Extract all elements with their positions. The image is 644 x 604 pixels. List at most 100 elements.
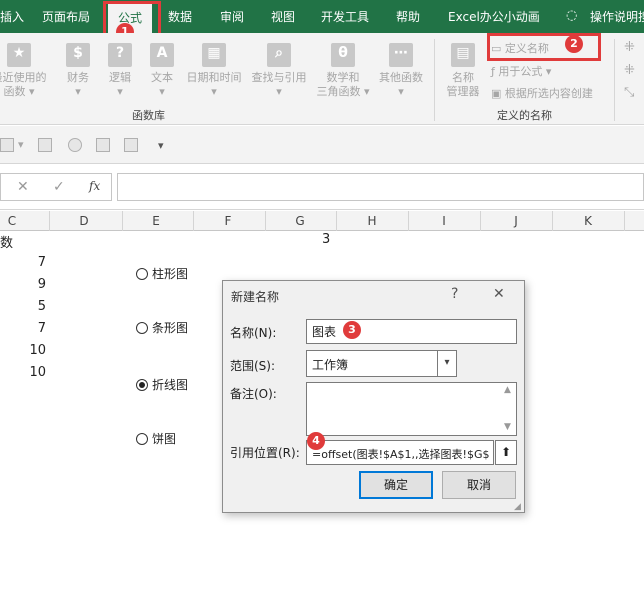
close-icon[interactable]: ✕: [493, 286, 505, 302]
confirm-icon[interactable]: ✓: [53, 179, 65, 195]
radio-circle-selected[interactable]: [136, 378, 148, 391]
cell-value[interactable]: 5: [0, 299, 46, 314]
theta-icon: θ: [331, 43, 355, 67]
copy-control-icon[interactable]: [124, 138, 138, 152]
column-header[interactable]: G: [290, 214, 310, 228]
text-function-button[interactable]: A 文本 ▾: [144, 43, 180, 99]
cell-value[interactable]: 7: [0, 321, 46, 336]
lightbulb-icon[interactable]: ◌: [566, 8, 577, 23]
use-in-formula-button[interactable]: ƒ 用于公式 ▾: [491, 63, 551, 79]
column-divider[interactable]: [122, 211, 123, 231]
cell-g1[interactable]: 3: [322, 232, 330, 247]
scope-select[interactable]: 工作簿: [306, 350, 457, 377]
column-divider[interactable]: [193, 211, 194, 231]
logical-button[interactable]: ? 逻辑 ▾: [102, 43, 138, 99]
step-badge-2: 2: [565, 35, 583, 53]
column-divider[interactable]: [408, 211, 409, 231]
help-icon[interactable]: ?: [451, 286, 458, 302]
scroll-down-icon[interactable]: ▼: [504, 422, 511, 432]
checkbox-control-icon[interactable]: [38, 138, 52, 152]
quick-access-toolbar: ▾ ▾: [0, 126, 644, 164]
radio-circle[interactable]: [136, 321, 148, 334]
scroll-up-icon[interactable]: ▲: [504, 385, 511, 395]
column-header[interactable]: E: [146, 214, 166, 228]
radio-circle[interactable]: [136, 432, 148, 445]
star-icon: ★: [7, 43, 31, 67]
create-icon: ▣: [491, 87, 505, 100]
radio-option-pie-chart[interactable]: 饼图: [136, 430, 176, 447]
ok-button[interactable]: 确定: [359, 471, 433, 499]
dialog-title: 新建名称: [231, 290, 280, 304]
column-header[interactable]: I: [434, 214, 454, 228]
cancel-icon[interactable]: ✕: [17, 179, 29, 195]
calendar-icon: ▦: [202, 43, 226, 67]
name-label: 名称(N):: [230, 326, 277, 340]
cell-value[interactable]: 10: [0, 343, 46, 358]
resize-grip-icon[interactable]: ◢: [514, 502, 521, 512]
math-trig-button[interactable]: θ 数学和 三角函数 ▾: [312, 43, 374, 99]
cell-value[interactable]: 7: [0, 255, 46, 270]
trace-dependents-icon[interactable]: ⁜: [624, 63, 635, 78]
refers-to-label: 引用位置(R):: [230, 446, 300, 460]
column-divider[interactable]: [336, 211, 337, 231]
column-divider[interactable]: [49, 211, 50, 231]
column-divider[interactable]: [624, 211, 625, 231]
cell-value[interactable]: 9: [0, 277, 46, 292]
comment-textarea[interactable]: [306, 382, 517, 436]
recent-functions-button[interactable]: ★ 最近使用的函数 ▾: [0, 43, 50, 99]
new-name-dialog: 新建名称 ? ✕ 名称(N): 图表 范围(S): 工作簿 ▾ 备注(O): ▲…: [222, 280, 525, 513]
group-label-function-library: 函数库: [132, 109, 165, 122]
lookup-icon: ⌕: [267, 43, 291, 67]
question-icon: ?: [108, 43, 132, 67]
label-control-icon[interactable]: [96, 138, 110, 152]
column-divider[interactable]: [552, 211, 553, 231]
tab-excel-animation[interactable]: Excel办公小动画: [448, 8, 540, 25]
step-badge-3: 3: [343, 321, 361, 339]
column-header[interactable]: J: [506, 214, 526, 228]
column-header[interactable]: C: [2, 214, 22, 228]
financial-icon: $: [66, 43, 90, 67]
remove-arrows-icon[interactable]: ⤡: [624, 85, 634, 100]
name-manager-button[interactable]: ▤ 名称 管理器: [442, 43, 484, 99]
chevron-down-icon[interactable]: ▾: [437, 350, 457, 377]
group-divider: [614, 39, 615, 121]
column-header[interactable]: H: [362, 214, 382, 228]
tell-me-search[interactable]: 操作说明搜: [590, 8, 644, 25]
date-time-button[interactable]: ▦ 日期和时间 ▾: [182, 43, 246, 99]
form-control-icon[interactable]: [0, 138, 14, 152]
insert-function-icon[interactable]: fx: [89, 179, 100, 193]
refers-to-input[interactable]: =offset(图表!$A$1,,选择图表!$G$: [306, 440, 494, 465]
tab-insert[interactable]: 插入: [0, 8, 24, 25]
tab-help[interactable]: 帮助: [396, 8, 420, 25]
name-input[interactable]: 图表: [306, 319, 517, 344]
column-header[interactable]: F: [218, 214, 238, 228]
radio-option-line-chart[interactable]: 折线图: [136, 376, 188, 393]
financial-button[interactable]: $ 财务 ▾: [60, 43, 96, 99]
formula-input[interactable]: [117, 173, 644, 201]
tab-data[interactable]: 数据: [168, 8, 192, 25]
tab-developer[interactable]: 开发工具: [321, 8, 369, 25]
column-divider[interactable]: [480, 211, 481, 231]
column-divider[interactable]: [265, 211, 266, 231]
cancel-button[interactable]: 取消: [442, 471, 516, 499]
step-badge-4: 4: [307, 432, 325, 450]
column-header[interactable]: D: [74, 214, 94, 228]
tab-review[interactable]: 审阅: [220, 8, 244, 25]
scope-label: 范围(S):: [230, 359, 276, 373]
radio-option-row-chart[interactable]: 条形图: [136, 319, 188, 336]
cell-c1[interactable]: 数: [0, 232, 13, 251]
radio-control-icon[interactable]: [68, 138, 82, 152]
cell-value[interactable]: 10: [0, 365, 46, 380]
more-functions-button[interactable]: ⋯ 其他函数 ▾: [374, 43, 428, 99]
tab-view[interactable]: 视图: [271, 8, 295, 25]
radio-option-bar-chart[interactable]: 柱形图: [136, 265, 188, 282]
tab-page-layout[interactable]: 页面布局: [42, 8, 90, 25]
lookup-reference-button[interactable]: ⌕ 查找与引用 ▾: [247, 43, 311, 99]
trace-precedents-icon[interactable]: ⁜: [624, 40, 635, 55]
radio-circle[interactable]: [136, 267, 148, 280]
collapse-dialog-icon[interactable]: ⬆: [495, 440, 517, 465]
customize-toolbar-icon[interactable]: ▾: [158, 139, 164, 152]
create-from-selection-button[interactable]: ▣ 根据所选内容创建: [491, 85, 593, 101]
column-header[interactable]: K: [578, 214, 598, 228]
dropdown-icon[interactable]: ▾: [18, 138, 24, 151]
